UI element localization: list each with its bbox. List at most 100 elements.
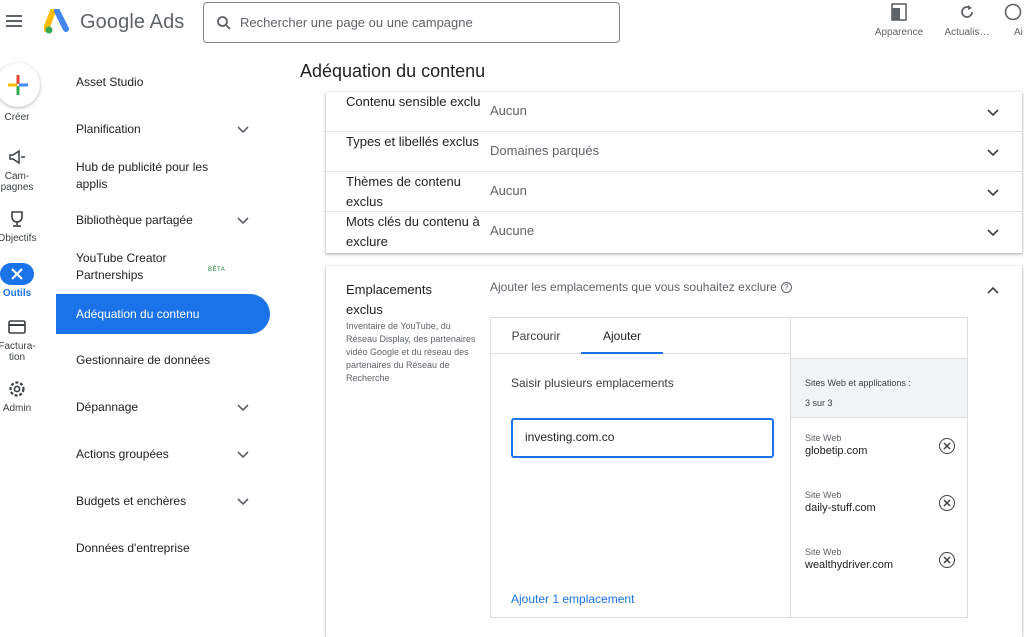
rail-goals-label: Objectifs	[0, 233, 37, 244]
setting-value: Aucune	[490, 223, 535, 238]
setting-value: Aucun	[490, 103, 527, 118]
page-title: Adéquation du contenu	[300, 61, 486, 81]
nav-item-label: YouTube Creator Partnerships	[76, 251, 167, 282]
setting-label: Contenu sensible exclu	[346, 94, 481, 109]
menu-icon[interactable]	[6, 12, 26, 32]
add-placement-link[interactable]: Ajouter 1 emplacement	[511, 592, 634, 606]
appearance-label: Apparence	[874, 27, 924, 38]
tools-icon	[0, 263, 34, 285]
site-type: Site Web	[805, 547, 842, 557]
nav-item-business-data[interactable]: Données d'entreprise	[56, 522, 270, 574]
create-button[interactable]	[0, 63, 40, 107]
remove-icon[interactable]	[939, 552, 955, 568]
nav-item-budgets-bidding[interactable]: Budgets et enchères	[56, 480, 270, 522]
list-item: Site Web daily-stuff.com	[805, 489, 955, 516]
nav-item-label: Budgets et enchères	[76, 493, 187, 508]
setting-row-content-themes[interactable]: Thèmes de contenu exclus Aucun	[326, 172, 1022, 212]
help-button[interactable]: Ai	[1004, 2, 1024, 38]
placements-description: Inventaire de YouTube, du Réseau Display…	[346, 321, 476, 383]
placement-input[interactable]: investing.com.co	[511, 418, 774, 458]
nav-item-shared-library[interactable]: Bibliothèque partagée	[56, 200, 270, 240]
rail-campaigns[interactable]: Cam- pagnes	[0, 146, 42, 193]
site-url: globetip.com	[805, 445, 868, 457]
placement-tabs: Parcourir Ajouter	[491, 318, 791, 354]
chevron-down-icon[interactable]	[986, 185, 1000, 199]
chevron-down-icon	[237, 404, 249, 412]
excluded-placements-card: Emplacements exclus Inventaire de YouTub…	[326, 266, 1022, 637]
rail-goals[interactable]: Objectifs	[0, 208, 42, 244]
multi-placement-label: Saisir plusieurs emplacements	[511, 376, 674, 390]
nav-item-asset-studio[interactable]: Asset Studio	[56, 58, 270, 106]
plus-icon	[8, 75, 28, 95]
chevron-down-icon	[237, 451, 249, 459]
placements-editor: Parcourir Ajouter Saisir plusieurs empla…	[491, 318, 791, 617]
rail-tools[interactable]: Outils	[0, 263, 42, 299]
nav-item-label: Adéquation du contenu	[76, 306, 200, 321]
chevron-down-icon[interactable]	[986, 105, 1000, 119]
nav-item-content-suitability[interactable]: Adéquation du contenu	[56, 294, 270, 334]
list-item: Site Web globetip.com	[805, 432, 955, 459]
excluded-list-title: Sites Web et applications :	[805, 378, 911, 388]
rail-create[interactable]: Créer	[0, 112, 42, 123]
search-box[interactable]	[203, 2, 620, 43]
help-icon[interactable]: ?	[780, 281, 792, 293]
refresh-button[interactable]: Actualis…	[937, 2, 997, 38]
google-ads-logo-icon	[44, 9, 69, 34]
excluded-list-count: 3 sur 3	[805, 398, 833, 408]
nav-item-app-hub[interactable]: Hub de publicité pour les applis	[56, 152, 236, 200]
nav-item-data-manager[interactable]: Gestionnaire de données	[56, 334, 270, 386]
nav-item-label: Actions groupées	[76, 446, 169, 461]
setting-row-sensitive-content[interactable]: Contenu sensible exclu Aucun	[326, 92, 1022, 132]
site-type: Site Web	[805, 433, 842, 443]
placements-title: Emplacements exclus	[346, 282, 432, 317]
setting-row-types-labels[interactable]: Types et libellés exclus Domaines parqué…	[326, 132, 1022, 172]
search-input[interactable]	[240, 15, 600, 30]
setting-label: Mots clés du contenu à exclure	[346, 214, 480, 249]
setting-row-keywords[interactable]: Mots clés du contenu à exclure Aucune	[326, 212, 1022, 252]
rail-admin[interactable]: Admin	[0, 378, 42, 414]
rail-campaigns-label: Cam- pagnes	[0, 171, 34, 193]
nav-item-label: Planification	[76, 121, 141, 136]
rail-billing-label: Factura- tion	[0, 341, 36, 363]
app-name: Google Ads	[80, 10, 185, 33]
refresh-icon	[937, 2, 997, 22]
refresh-label: Actualis…	[944, 27, 990, 38]
remove-icon[interactable]	[939, 495, 955, 511]
tab-browse[interactable]: Parcourir	[491, 318, 581, 354]
setting-label: Thèmes de contenu exclus	[346, 174, 461, 209]
megaphone-icon	[0, 146, 42, 168]
chevron-down-icon[interactable]	[986, 225, 1000, 239]
google-ads-logo[interactable]: Google Ads	[44, 8, 184, 36]
remove-icon[interactable]	[939, 438, 955, 454]
chevron-down-icon[interactable]	[986, 145, 1000, 159]
nav-item-label: Asset Studio	[76, 74, 144, 89]
chevron-down-icon	[237, 126, 249, 134]
placements-prompt-text: Ajouter les emplacements que vous souhai…	[490, 280, 777, 294]
site-url: wealthydriver.com	[805, 559, 894, 571]
chevron-up-icon[interactable]	[986, 283, 1000, 297]
placements-prompt: Ajouter les emplacements que vous souhai…	[490, 280, 792, 294]
tab-add[interactable]: Ajouter	[581, 318, 663, 354]
nav-item-label: Hub de publicité pour les applis	[76, 160, 209, 191]
site-url: daily-stuff.com	[805, 502, 876, 514]
placements-panel: Parcourir Ajouter Saisir plusieurs empla…	[490, 317, 968, 618]
help-icon	[1004, 2, 1024, 22]
appearance-icon	[869, 2, 929, 22]
side-nav: Asset Studio Planification Hub de public…	[56, 58, 270, 574]
setting-value: Aucun	[490, 183, 527, 198]
credit-card-icon	[0, 316, 42, 338]
list-item: Site Web wealthydriver.com	[805, 546, 955, 573]
nav-item-youtube-creator[interactable]: YouTube Creator Partnerships BÊTA	[56, 240, 270, 294]
rail-admin-label: Admin	[2, 403, 32, 414]
nav-item-bulk-actions[interactable]: Actions groupées	[56, 428, 270, 480]
setting-value: Domaines parqués	[490, 143, 600, 158]
chevron-down-icon	[237, 217, 249, 225]
rail-billing[interactable]: Factura- tion	[0, 316, 42, 363]
gear-icon	[0, 378, 42, 400]
nav-item-planning[interactable]: Planification	[56, 106, 270, 152]
trophy-icon	[0, 208, 42, 230]
appearance-button[interactable]: Apparence	[869, 2, 929, 38]
nav-item-troubleshooting[interactable]: Dépannage	[56, 386, 270, 428]
excluded-list: Sites Web et applications : 3 sur 3 Site…	[791, 318, 967, 617]
setting-label: Types et libellés exclus	[346, 134, 479, 149]
